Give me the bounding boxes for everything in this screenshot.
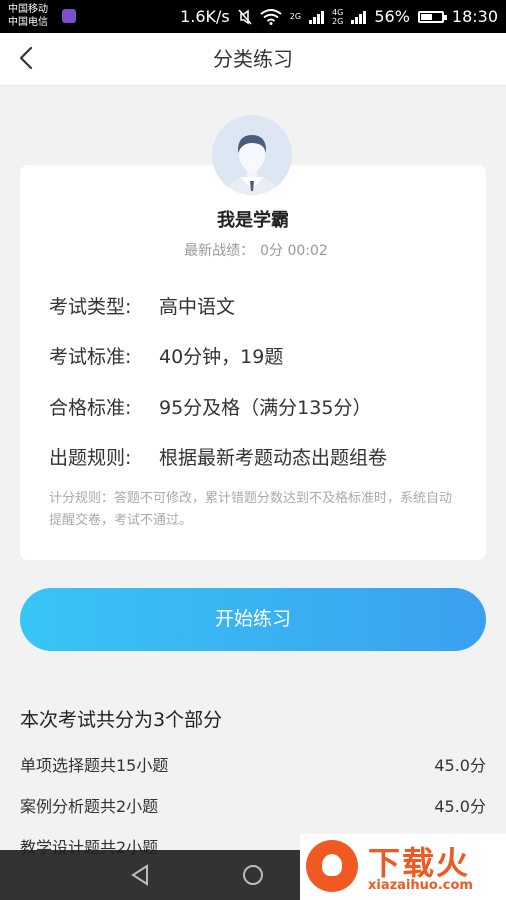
- mute-icon: [238, 9, 252, 24]
- info-value: 高中语文: [159, 296, 236, 318]
- flame-logo-icon: [306, 840, 358, 892]
- part-score: 45.0分: [434, 797, 486, 816]
- clock: 18:30: [451, 7, 498, 26]
- info-value: 根据最新考题动态出题组卷: [159, 447, 388, 469]
- notification-app-icon: [62, 9, 76, 23]
- watermark-url: xiazaihuo.com: [368, 878, 473, 893]
- info-value: 40分钟，19题: [159, 346, 284, 368]
- app-header: 分类练习: [0, 33, 506, 86]
- nav-back-icon[interactable]: [128, 863, 152, 887]
- watermark: 下载火 xiazaihuo.com: [300, 834, 506, 900]
- net-type-1: 2G: [289, 12, 302, 21]
- parts-title: 本次考试共分为3个部分: [20, 709, 223, 731]
- user-name: 我是学霸: [217, 210, 289, 231]
- battery-fill: [420, 13, 433, 20]
- info-row-exam-standard: 考试标准: 40分钟，19题: [49, 342, 283, 369]
- carrier-labels: 中国移动 中国电信: [8, 3, 48, 29]
- part-name: 单项选择题共15小题: [20, 756, 169, 775]
- record-label: 最新战绩：: [184, 243, 255, 259]
- info-row-pass-standard: 合格标准: 95分及格（满分135分）: [49, 393, 371, 420]
- record-value: 0分 00:02: [260, 243, 328, 259]
- carrier-1: 中国移动: [8, 4, 48, 15]
- scoring-rule-note: 计分规则：答题不可修改，累计错题分数达到不及格标准时，系统自动提醒交卷，考试不通…: [49, 491, 453, 528]
- latest-record: 最新战绩： 0分 00:02: [0, 240, 506, 260]
- info-value: 95分及格（满分135分）: [159, 397, 372, 419]
- status-bar: 中国移动 中国电信 1.6K/s 2G 4G 2G 56% 18:30: [0, 0, 506, 33]
- battery-icon: [417, 10, 447, 23]
- chevron-left-icon[interactable]: [14, 45, 40, 71]
- net-type-stack: 4G 2G: [332, 8, 343, 26]
- avatar-icon: [222, 135, 282, 195]
- part-score: 45.0分: [434, 756, 486, 775]
- list-item: 案例分析题共2小题 45.0分: [20, 793, 486, 817]
- net-type-3: 2G: [332, 16, 344, 26]
- status-right: 1.6K/s 2G 4G 2G 56% 18:30: [180, 0, 498, 33]
- carrier-2: 中国电信: [8, 17, 48, 28]
- network-speed: 1.6K/s: [180, 7, 230, 26]
- info-label: 合格标准:: [49, 397, 132, 419]
- info-row-question-rule: 出题规则: 根据最新考题动态出题组卷: [49, 443, 387, 470]
- start-practice-button[interactable]: 开始练习: [20, 588, 486, 651]
- signal-icon-2: [351, 10, 367, 24]
- list-item: 单项选择题共15小题 45.0分: [20, 752, 486, 776]
- info-row-exam-type: 考试类型: 高中语文: [49, 292, 235, 319]
- user-avatar: [212, 115, 292, 195]
- signal-icon-1: [309, 10, 325, 24]
- info-label: 考试标准:: [49, 346, 132, 368]
- info-label: 出题规则:: [49, 447, 132, 469]
- part-name: 案例分析题共2小题: [20, 797, 159, 816]
- battery-percent: 56%: [374, 7, 410, 26]
- wifi-icon: [260, 8, 282, 25]
- nav-home-icon[interactable]: [241, 863, 265, 887]
- page-title: 分类练习: [213, 47, 293, 71]
- info-label: 考试类型:: [49, 296, 132, 318]
- net-type-2: 4G: [332, 7, 344, 17]
